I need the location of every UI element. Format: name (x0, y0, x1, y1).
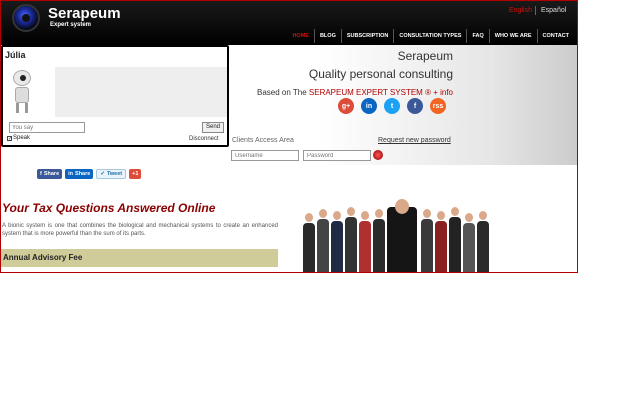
twitter-tweet-button[interactable]: ✓ Tweet (96, 169, 127, 179)
hero-title: Serapeum (397, 49, 453, 63)
linkedin-share-button[interactable]: in Share (65, 169, 94, 179)
speak-toggle[interactable]: ✓ Speak (7, 135, 30, 141)
business-team-image (299, 197, 505, 272)
chat-transcript (55, 67, 227, 117)
brand-tagline: Expert system (50, 22, 92, 28)
twitter-icon: ✓ (100, 171, 105, 177)
chat-message-input[interactable] (9, 122, 85, 133)
twitter-icon[interactable]: t (384, 98, 400, 114)
chat-disconnect-link[interactable]: Disconnect (189, 136, 219, 142)
fee-panel[interactable]: Annual Advisory Fee (1, 249, 278, 267)
nav-subscription[interactable]: SUBSCRIPTION (340, 29, 394, 43)
share-bar: f Share in Share ✓ Tweet +1 (37, 169, 142, 179)
linkedin-icon: in (68, 171, 74, 177)
password-input[interactable] (303, 150, 371, 161)
nav-who-we-are[interactable]: WHO WE ARE (488, 29, 537, 43)
nav-home[interactable]: HOME (287, 29, 314, 43)
google-plus-icon[interactable]: g+ (338, 98, 354, 114)
language-divider (535, 6, 536, 15)
rss-icon[interactable]: rss (430, 98, 446, 114)
language-english-link[interactable]: English (509, 7, 532, 14)
section-title: Your Tax Questions Answered Online (2, 201, 216, 215)
login-submit-button[interactable] (373, 150, 383, 160)
chat-widget: Júlia Send ✓ Speak Disconnect (1, 45, 229, 147)
hero-subtitle: Quality personal consulting (308, 67, 453, 81)
fee-title: Annual Advisory Fee (3, 253, 83, 262)
google-plus-one-button[interactable]: +1 (129, 169, 142, 179)
nav-consultation-types[interactable]: CONSULTATION TYPES (393, 29, 466, 43)
main-nav: HOME BLOG SUBSCRIPTION CONSULTATION TYPE… (287, 29, 574, 43)
social-icons: g+ in t f rss (338, 98, 446, 114)
request-password-link[interactable]: Request new password (378, 137, 451, 144)
robot-avatar-icon (13, 70, 31, 86)
expert-system-link[interactable]: SERAPEUM EXPERT SYSTEM ® (309, 88, 431, 97)
linkedin-icon[interactable]: in (361, 98, 377, 114)
language-spanish-link[interactable]: Español (541, 7, 566, 14)
page: Serapeum Expert system English Español H… (0, 0, 578, 273)
speak-checkbox[interactable]: ✓ (7, 135, 12, 141)
header-bar: Serapeum Expert system English Español H… (1, 1, 577, 45)
speak-label: Speak (13, 135, 31, 141)
facebook-icon: f (40, 171, 42, 177)
hero-based-on: Based on The SERAPEUM EXPERT SYSTEM ® + … (257, 88, 453, 97)
username-input[interactable] (231, 150, 299, 161)
logo-icon[interactable] (12, 4, 40, 32)
chat-agent-name: Júlia (5, 50, 26, 60)
section-text: A bionic system is one that combines the… (2, 223, 278, 237)
clients-access-label: Clients Access Area (232, 137, 294, 144)
brand-name[interactable]: Serapeum (48, 5, 121, 22)
facebook-icon[interactable]: f (407, 98, 423, 114)
more-info-link[interactable]: + info (431, 88, 453, 97)
based-prefix: Based on The (257, 88, 309, 97)
nav-blog[interactable]: BLOG (313, 29, 341, 43)
chat-send-button[interactable]: Send (202, 122, 224, 133)
nav-contact[interactable]: CONTACT (536, 29, 574, 43)
facebook-share-button[interactable]: f Share (37, 169, 63, 179)
nav-faq[interactable]: FAQ (466, 29, 488, 43)
